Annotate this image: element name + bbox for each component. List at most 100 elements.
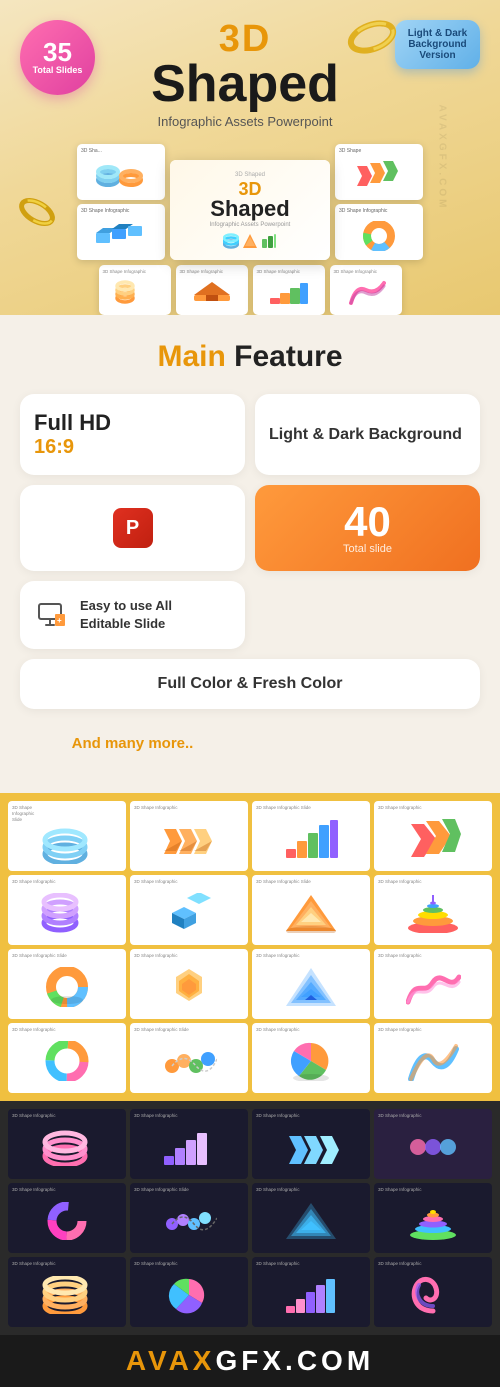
- light-slide-10: 3D Shape Infographic: [130, 949, 248, 1019]
- hero-title-area: 3D Shaped Infographic Assets Powerpoint: [105, 20, 385, 129]
- light-slide-8: 3D Shape Infographic: [374, 875, 492, 945]
- light-slide-12: 3D Shape Infographic: [374, 949, 492, 1019]
- dark-slides-grid: 3D Shape Infographic 3D Shape Infographi…: [8, 1109, 492, 1327]
- dark-slide-content: 3D Shape Infographic: [374, 1183, 492, 1253]
- editable-label: Easy to use AllEditable Slide: [80, 597, 172, 633]
- slide-graphic: [256, 958, 366, 1015]
- fullhd-text: Full HD 16:9: [34, 410, 111, 459]
- hexagon-graphic: [162, 967, 217, 1007]
- bottom-slide-4: 3D Shape Infographic: [330, 265, 402, 315]
- dark-slide-3: 3D Shape Infographic: [252, 1109, 370, 1179]
- slide-body: [334, 274, 398, 311]
- light-slide-11: 3D Shape Infographic: [252, 949, 370, 1019]
- slide-preview-left-2: 3D Shape Infographic: [77, 204, 165, 260]
- slide-content: 3D Shape Infographic Slide: [252, 875, 370, 945]
- shape-rings-svg: [96, 162, 146, 190]
- slide-content: 3D Shape Infographic: [130, 949, 248, 1019]
- shape-svg-3: [269, 280, 309, 305]
- mini-shape-3: [261, 233, 277, 249]
- slide-content: 3D Shape Infographic: [252, 949, 370, 1019]
- triangle-layers-graphic: [284, 967, 339, 1007]
- dark-slide-1: 3D Shape Infographic: [8, 1109, 126, 1179]
- title-rest: Feature: [234, 340, 342, 373]
- slide-graphic: [134, 884, 244, 941]
- feature-card-more: And many more..: [20, 719, 245, 768]
- slide-graphic: [378, 1032, 488, 1089]
- donut-3d-graphic: [40, 967, 95, 1007]
- steps-graphic: [284, 819, 339, 859]
- shape-svg: [115, 280, 155, 305]
- slide-previews-bottom-row: 3D Shape Infographic 3D Shape Infographi…: [20, 260, 480, 315]
- dark-slide-content: 3D Shape Infographic: [374, 1257, 492, 1327]
- avax-logo-text: AVAXGFX.COM: [10, 1345, 490, 1377]
- slide-content: 3D Shape Infographic: [8, 875, 126, 945]
- slide-body: [180, 274, 244, 311]
- slide-content: 3D Shape Infographic: [374, 875, 492, 945]
- slide-content: 3D Shape Infographic: [374, 801, 492, 871]
- slide-content: 3D Shape Infographic: [252, 1023, 370, 1093]
- badge-label: Total Slides: [33, 65, 83, 76]
- bottom-slide-1: 3D Shape Infographic: [99, 265, 171, 315]
- slide-content: 3D Shape Infographic: [130, 875, 248, 945]
- slide-graphic: [12, 1032, 122, 1089]
- slide-graphic: [378, 1266, 488, 1323]
- arrows-graphic: [162, 819, 217, 859]
- ppt-icon: P: [113, 508, 153, 548]
- slide-title-shaped: Shaped: [210, 198, 289, 220]
- dark-slide-content: 3D Shape Infographic: [130, 1109, 248, 1179]
- dark-slide-content: 3D Shape Infographic: [8, 1109, 126, 1179]
- slide-preview-main: 3D Shaped 3D Shaped Infographic Assets P…: [170, 160, 330, 260]
- rings2-graphic: [40, 893, 95, 933]
- shape-rocket-svg: [352, 161, 407, 191]
- light-slide-2: 3D Shape Infographic: [130, 801, 248, 871]
- feature-card-editable: + Easy to use AllEditable Slide: [20, 581, 245, 649]
- slide-graphic: [256, 1192, 366, 1249]
- main-slide-inner: 3D Shaped 3D Shaped Infographic Assets P…: [170, 160, 330, 260]
- slide-sub: Infographic Assets Powerpoint: [210, 222, 291, 228]
- badge-light-dark: Light & DarkBackgroundVersion: [395, 20, 480, 69]
- slide-content: 3D Shape Infographic: [374, 949, 492, 1019]
- feature-card-fullhd: Full HD 16:9: [20, 394, 245, 475]
- dark-slide-12: 3D Shape Infographic: [374, 1257, 492, 1327]
- hero-section: 35 Total Slides 3D Shaped Infographic As…: [0, 0, 500, 315]
- slide-graphic: [378, 810, 488, 867]
- count-label: Total slide: [343, 543, 392, 555]
- slide-content: 3D Shape Infographic Slide: [130, 1023, 248, 1093]
- light-slide-14: 3D Shape Infographic Slide: [130, 1023, 248, 1093]
- slide-body: [339, 156, 419, 196]
- slide-graphic: [12, 1192, 122, 1249]
- rocket-graphic: [406, 819, 461, 859]
- dark-steps2: [284, 1276, 339, 1314]
- pyramid-graphic: [284, 893, 339, 933]
- title-3d: 3D: [105, 20, 385, 58]
- slide-body: [103, 274, 167, 311]
- slide-graphic: [378, 958, 488, 1015]
- slide-title: 3D ShapeInfographicSlide: [12, 805, 122, 823]
- slide-graphic: [12, 1266, 122, 1323]
- dark-spiral: [406, 1276, 461, 1314]
- dark-slide-content: 3D Shape Infographic: [252, 1109, 370, 1179]
- shape-cubes-svg: [94, 221, 149, 251]
- slide-graphic: [256, 810, 366, 867]
- slide-title-3d: 3D: [238, 180, 261, 198]
- slide-graphic: [378, 1118, 488, 1175]
- cube-graphic: [162, 893, 217, 933]
- light-slide-16: 3D Shape Infographic: [374, 1023, 492, 1093]
- light-slide-4: 3D Shape Infographic: [374, 801, 492, 871]
- hd-label: Full HD: [34, 410, 111, 436]
- slide-graphic: [134, 1118, 244, 1175]
- colorful-donut-graphic: [40, 1041, 95, 1081]
- slide-content: 3D Shape Infographic Slide: [252, 801, 370, 871]
- main-feature-section: Main Feature Full HD 16:9 Light & Dark B…: [0, 315, 500, 793]
- dark-slide-7: 3D Shape Infographic: [252, 1183, 370, 1253]
- balls-graphic: [162, 1041, 217, 1081]
- dark-slide-content: 3D Shape Infographic: [8, 1257, 126, 1327]
- dark-slide-11: 3D Shape Infographic: [252, 1257, 370, 1327]
- slide-graphic: [12, 1118, 122, 1175]
- light-dark-label: Light & Dark Background: [269, 426, 462, 444]
- dark-pie: [162, 1276, 217, 1314]
- slide-graphic: [256, 1032, 366, 1089]
- feature-card-count: 40 Total slide: [255, 485, 480, 571]
- wave-graphic: [406, 967, 461, 1007]
- shape-donut-svg: [352, 221, 407, 251]
